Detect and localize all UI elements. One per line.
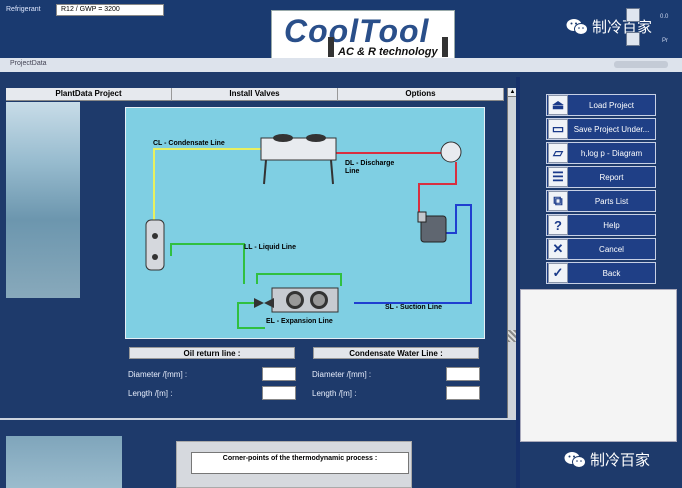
- parts-list-button[interactable]: ⧉ Parts List: [546, 190, 656, 212]
- upload-icon: ⏏: [548, 95, 568, 115]
- length-label: Length /[m] :: [128, 389, 173, 398]
- diameter-label: Diameter /[mm] :: [312, 370, 372, 379]
- diameter-label: Diameter /[mm] :: [128, 370, 188, 379]
- report-icon: ☰: [548, 167, 568, 187]
- oil-length-input[interactable]: [262, 386, 296, 400]
- refrigerant-value[interactable]: R12 / GWP = 3200: [56, 4, 164, 16]
- oil-separator-icon: [440, 141, 462, 163]
- discharge-line: [418, 162, 457, 218]
- wechat-watermark: 制冷百家: [564, 449, 650, 470]
- compressor-icon: [417, 211, 447, 243]
- close-icon: ✕: [548, 239, 568, 259]
- window-title: ProjectData: [10, 60, 47, 67]
- button-label: Back: [602, 268, 621, 278]
- refrigerant-label: Refrigerant: [6, 6, 41, 13]
- oil-return-panel: Oil return line : Diameter /[mm] : Lengt…: [125, 345, 299, 403]
- evaporator-icon: [271, 287, 339, 313]
- label-discharge-line: DL - Discharge Line: [345, 160, 395, 175]
- panel-title: Condensate Water Line :: [313, 347, 479, 359]
- button-label: Cancel: [599, 244, 624, 254]
- condensate-diameter-input[interactable]: [446, 367, 480, 381]
- help-icon: ?: [548, 215, 568, 235]
- tab-plantdata-project[interactable]: PlantData Project: [6, 88, 172, 101]
- window-controls[interactable]: [614, 61, 668, 68]
- right-info-text: 0.0: [660, 14, 669, 20]
- logo-divider: [442, 37, 448, 57]
- save-icon: ▭: [548, 119, 568, 139]
- right-info-text: Pr: [662, 38, 668, 44]
- label-liquid-line: LL - Liquid Line: [244, 244, 296, 251]
- glacier-image: [6, 436, 122, 488]
- help-button[interactable]: ? Help: [546, 214, 656, 236]
- button-label: Help: [603, 220, 620, 230]
- top-bar: Refrigerant R12 / GWP = 3200 CoolTool AC…: [0, 0, 682, 59]
- cancel-button[interactable]: ✕ Cancel: [546, 238, 656, 260]
- button-label: h,log p - Diagram: [580, 148, 643, 158]
- logo-main-text: CoolTool: [284, 13, 430, 49]
- back-button[interactable]: ✓ Back: [546, 262, 656, 284]
- length-label: Length /[m] :: [312, 389, 357, 398]
- expansion-valve-icon: [254, 298, 274, 308]
- expansion-line: [237, 302, 265, 329]
- liquid-line: [170, 243, 245, 284]
- condensate-water-panel: Condensate Water Line : Diameter /[mm] :…: [309, 345, 483, 403]
- wechat-icon: [566, 18, 588, 35]
- condensate-line: [153, 148, 261, 220]
- hlogp-diagram-button[interactable]: ▱ h,log p - Diagram: [546, 142, 656, 164]
- liquid-line: [256, 273, 342, 286]
- refrigeration-diagram: CL - Condensate Line DL - Discharge Line…: [125, 107, 485, 339]
- watermark-text: 制冷百家: [592, 18, 653, 36]
- button-label: Parts List: [594, 196, 629, 206]
- window-title-bar: ProjectData: [0, 58, 682, 72]
- receiver-icon: [145, 219, 165, 271]
- condensate-length-input[interactable]: [446, 386, 480, 400]
- condenser-icon: [260, 134, 337, 185]
- watermark-text: 制冷百家: [590, 451, 651, 469]
- label-expansion-line: EL - Expansion Line: [266, 318, 333, 325]
- cooltool-logo: CoolTool AC & R technology: [271, 10, 455, 59]
- panel-title: Oil return line :: [129, 347, 295, 359]
- corner-points-title: Corner-points of the thermodynamic proce…: [191, 452, 409, 474]
- tab-options[interactable]: Options: [338, 88, 504, 101]
- preview-area: [520, 289, 677, 442]
- parts-list-icon: ⧉: [548, 191, 568, 211]
- label-condensate-line: CL - Condensate Line: [153, 140, 225, 147]
- button-label: Report: [599, 172, 624, 182]
- label-suction-line: SL - Suction Line: [385, 304, 443, 311]
- section-divider: [0, 418, 516, 420]
- oil-diameter-input[interactable]: [262, 367, 296, 381]
- report-button[interactable]: ☰ Report: [546, 166, 656, 188]
- corner-points-panel: Corner-points of the thermodynamic proce…: [176, 441, 412, 488]
- save-project-button[interactable]: ▭ Save Project Under...: [546, 118, 656, 140]
- checkmark-icon: ✓: [548, 263, 568, 283]
- check-icon[interactable]: [626, 8, 640, 22]
- tab-bar: PlantData Project Install Valves Options: [6, 88, 504, 101]
- tab-install-valves[interactable]: Install Valves: [172, 88, 338, 101]
- glacier-image: [6, 102, 80, 298]
- vertical-scrollbar[interactable]: ▲: [507, 88, 517, 420]
- folder-open-icon: ▱: [548, 143, 568, 163]
- print-icon[interactable]: [626, 32, 640, 46]
- load-project-button[interactable]: ⏏ Load Project: [546, 94, 656, 116]
- button-label: Save Project Under...: [573, 124, 650, 134]
- suction-line: [354, 204, 472, 304]
- logo-divider: [328, 37, 334, 57]
- wechat-icon: [564, 451, 586, 468]
- button-label: Load Project: [589, 100, 634, 110]
- logo-subtitle: AC & R technology: [338, 46, 438, 58]
